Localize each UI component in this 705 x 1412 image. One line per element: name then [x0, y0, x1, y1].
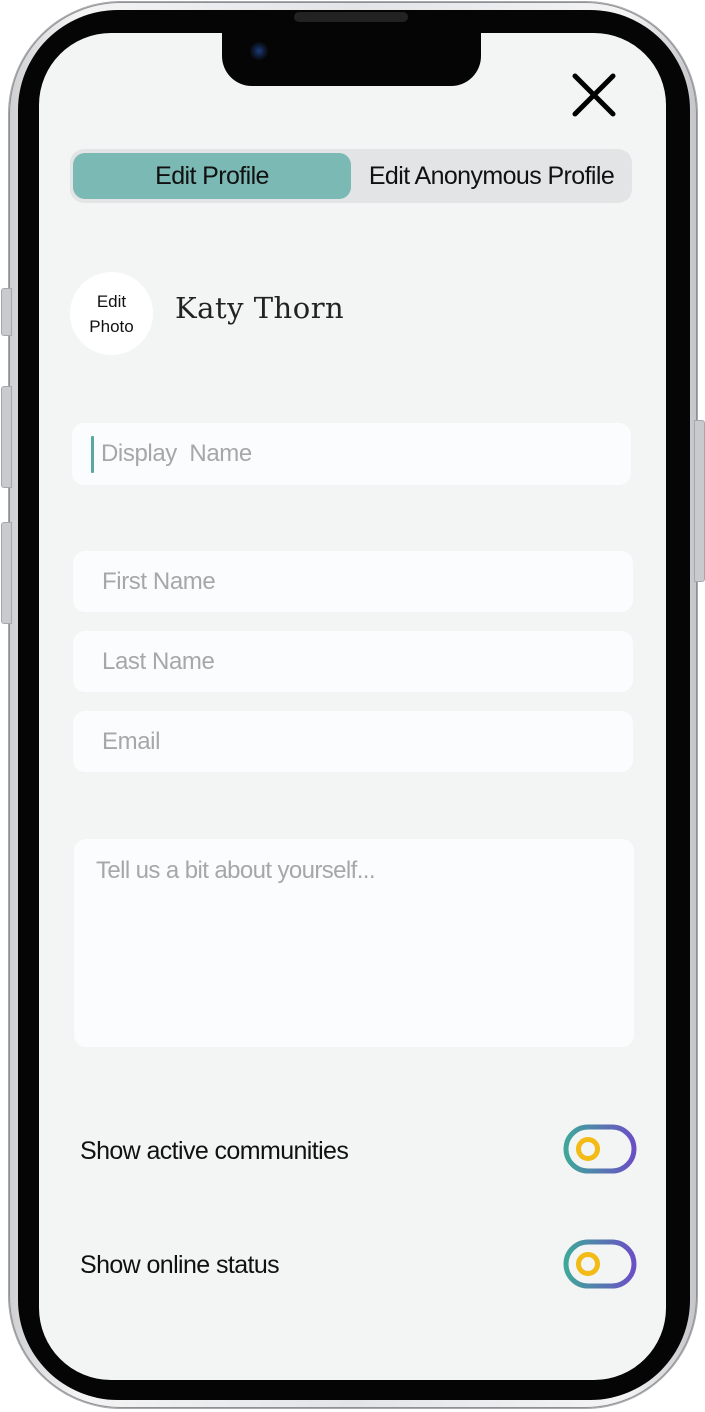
show-online-status-label: Show online status — [80, 1251, 280, 1279]
profile-mode-segmented-control: Edit Profile Edit Anonymous Profile — [70, 149, 632, 203]
edit-profile-screen: Edit Profile Edit Anonymous Profile Edit… — [39, 33, 666, 1380]
phone-earpiece-speaker — [294, 12, 408, 22]
tab-edit-anonymous-profile[interactable]: Edit Anonymous Profile — [351, 153, 632, 199]
phone-notch — [222, 33, 481, 86]
phone-silent-switch — [1, 288, 12, 336]
show-active-communities-label: Show active communities — [80, 1137, 349, 1165]
close-button[interactable] — [569, 70, 619, 120]
phone-volume-up-button — [1, 386, 12, 488]
edit-photo-button[interactable]: Edit Photo — [70, 272, 153, 355]
display-name-input[interactable] — [72, 423, 631, 485]
email-input[interactable] — [73, 711, 633, 772]
close-icon — [572, 73, 616, 117]
edit-photo-label-line2: Photo — [89, 316, 134, 336]
edit-photo-label-line1: Edit — [96, 291, 127, 311]
toggle-knob — [576, 1252, 600, 1276]
show-active-communities-toggle[interactable] — [563, 1124, 637, 1174]
first-name-input[interactable] — [73, 551, 633, 612]
phone-volume-down-button — [1, 522, 12, 624]
front-camera-icon — [250, 42, 268, 60]
phone-power-button — [694, 420, 705, 582]
bio-textarea[interactable] — [74, 839, 634, 1047]
tab-edit-profile[interactable]: Edit Profile — [73, 153, 351, 199]
last-name-input[interactable] — [73, 631, 633, 692]
toggle-knob — [576, 1137, 600, 1161]
show-online-status-toggle[interactable] — [563, 1239, 637, 1289]
profile-name: Katy Thorn — [175, 291, 345, 325]
